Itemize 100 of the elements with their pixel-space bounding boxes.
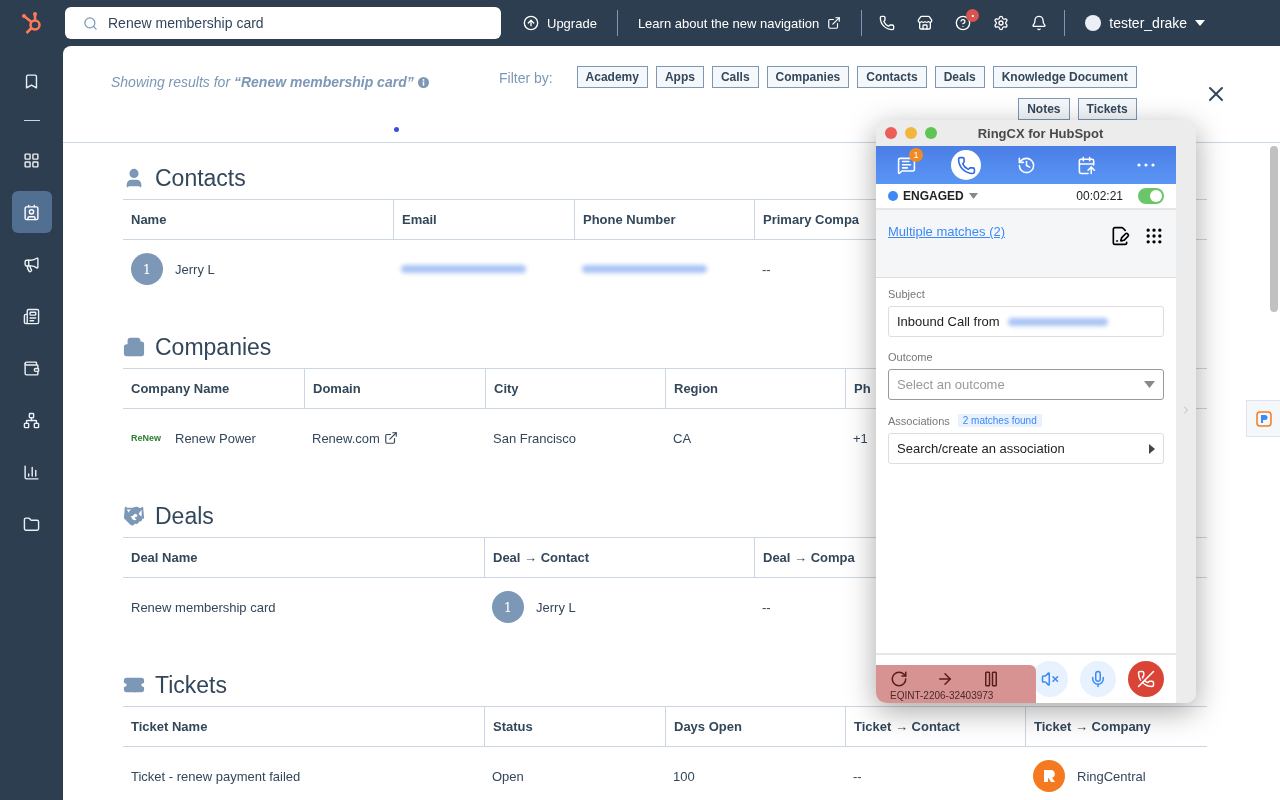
company-logo: ReNew — [131, 433, 162, 443]
dialpad-icon[interactable] — [1144, 226, 1164, 246]
filter-chip[interactable]: Academy — [576, 66, 648, 88]
companies-icon — [123, 336, 145, 358]
grid-icon — [23, 151, 40, 169]
learn-navigation-link[interactable]: Learn about the new navigation — [623, 15, 856, 31]
history-icon — [1016, 155, 1036, 175]
column-header: City — [485, 369, 665, 409]
table-cell: -- — [762, 261, 771, 277]
section-title: Contacts — [155, 164, 246, 192]
filter-chip[interactable]: Contacts — [857, 66, 927, 88]
contact-avatar: 1 — [492, 591, 524, 623]
column-header: Days Open — [665, 707, 845, 747]
note-icon[interactable] — [1110, 226, 1130, 246]
phone-icon[interactable] — [879, 15, 896, 31]
unread-badge: 1 — [909, 148, 923, 162]
column-header: Deal → Contact — [484, 538, 754, 578]
search-field[interactable]: Renew membership card — [65, 7, 501, 39]
scrollbar-thumb[interactable] — [1270, 146, 1278, 312]
filter-chip[interactable]: Apps — [655, 66, 704, 88]
external-link-icon — [827, 16, 842, 30]
upgrade-icon — [523, 15, 539, 31]
help-icon[interactable] — [955, 15, 972, 31]
column-header: Domain — [304, 369, 485, 409]
column-header: Ticket → Company — [1025, 707, 1207, 747]
table-cell: 100 — [673, 768, 695, 784]
column-header: Name — [123, 200, 393, 240]
filter-chip[interactable]: Companies — [766, 66, 850, 88]
contacts-icon — [23, 203, 40, 221]
bell-icon[interactable] — [1031, 15, 1048, 31]
search-icon — [83, 15, 98, 31]
mute-microphone-button[interactable] — [1080, 661, 1116, 697]
outcome-label: Outcome — [888, 351, 934, 363]
association-search-field[interactable]: Search/create an association — [888, 433, 1164, 464]
caret-icon — [1149, 443, 1155, 454]
more-icon — [1137, 163, 1155, 167]
ringcx-widget-tab[interactable] — [1246, 400, 1280, 437]
avatar-icon — [1085, 15, 1102, 31]
company-logo — [1033, 760, 1065, 792]
domain-link[interactable]: Renew.com — [312, 430, 398, 446]
wallet-icon — [23, 359, 40, 377]
table-cell: +1 — [853, 430, 868, 446]
folder-icon — [23, 515, 40, 533]
pause-icon[interactable] — [982, 669, 1000, 688]
window-title: RingCX for HubSpot — [977, 125, 1104, 141]
notification-badge: • — [966, 9, 980, 22]
table-cell: -- — [853, 768, 862, 784]
document-icon — [23, 307, 40, 325]
deals-icon — [123, 505, 145, 527]
table-cell: Jerry L — [536, 599, 576, 615]
call-id: EQINT-2206-32403973 — [890, 689, 995, 701]
caret-icon — [1144, 381, 1155, 388]
table-cell: CA — [673, 430, 692, 446]
app-logo-icon — [1255, 410, 1272, 427]
filter-chip[interactable]: Knowledge Document — [992, 66, 1137, 88]
section-title: Companies — [155, 333, 272, 361]
matches-badge: 2 matches found — [957, 414, 1042, 427]
subject-label: Subject — [888, 288, 926, 300]
caret-icon — [1195, 20, 1206, 26]
status-dot — [888, 191, 898, 201]
filter-label: Filter by: — [499, 70, 553, 86]
nav-tab[interactable] — [951, 150, 981, 180]
upgrade-button[interactable]: Upgrade — [509, 15, 611, 31]
filter-chip[interactable]: Notes — [1018, 98, 1070, 120]
column-header: Ticket Name — [123, 707, 484, 747]
table-cell: Renew Power — [175, 430, 256, 446]
column-header: Deal Name — [123, 538, 484, 578]
user-menu[interactable]: tester_drake — [1071, 15, 1220, 31]
info-icon — [417, 77, 429, 88]
column-header: Company Name — [123, 369, 304, 409]
column-header: Email — [393, 200, 574, 240]
table-cell: Renew membership card — [131, 599, 276, 615]
rotate-icon[interactable] — [890, 669, 908, 688]
column-header: Ticket → Contact — [845, 707, 1025, 747]
subject-field[interactable]: Inbound Call from — [888, 306, 1164, 337]
external-link-icon — [383, 431, 398, 445]
chart-icon — [23, 463, 40, 481]
settings-icon[interactable] — [993, 15, 1010, 31]
megaphone-icon — [23, 255, 40, 273]
bookmark-icon — [23, 72, 40, 90]
loading-dot — [394, 127, 399, 132]
results-summary: Showing results for “Renew membership card” — [111, 74, 414, 90]
microphone-icon — [1089, 670, 1107, 688]
sidebar-item[interactable] — [11, 191, 52, 233]
filter-chip[interactable]: Calls — [711, 66, 759, 88]
toggle-switch[interactable] — [1138, 188, 1164, 204]
table-cell: Jerry L — [175, 261, 215, 277]
calendar-icon — [1076, 155, 1096, 175]
marketplace-icon[interactable] — [917, 15, 934, 31]
filter-chip[interactable]: Deals — [934, 66, 985, 88]
hang-up-icon — [1137, 670, 1155, 688]
filter-chip[interactable]: Tickets — [1077, 98, 1137, 120]
column-header: Phone Number — [574, 200, 754, 240]
close-window-button[interactable] — [885, 127, 897, 139]
call-timer: 00:02:21 — [1076, 189, 1123, 203]
hang-up-button[interactable] — [1128, 661, 1164, 697]
network-icon — [23, 411, 40, 429]
column-header: Status — [484, 707, 665, 747]
messages-icon — [896, 155, 916, 175]
status-label[interactable]: ENGAGED — [903, 189, 964, 203]
